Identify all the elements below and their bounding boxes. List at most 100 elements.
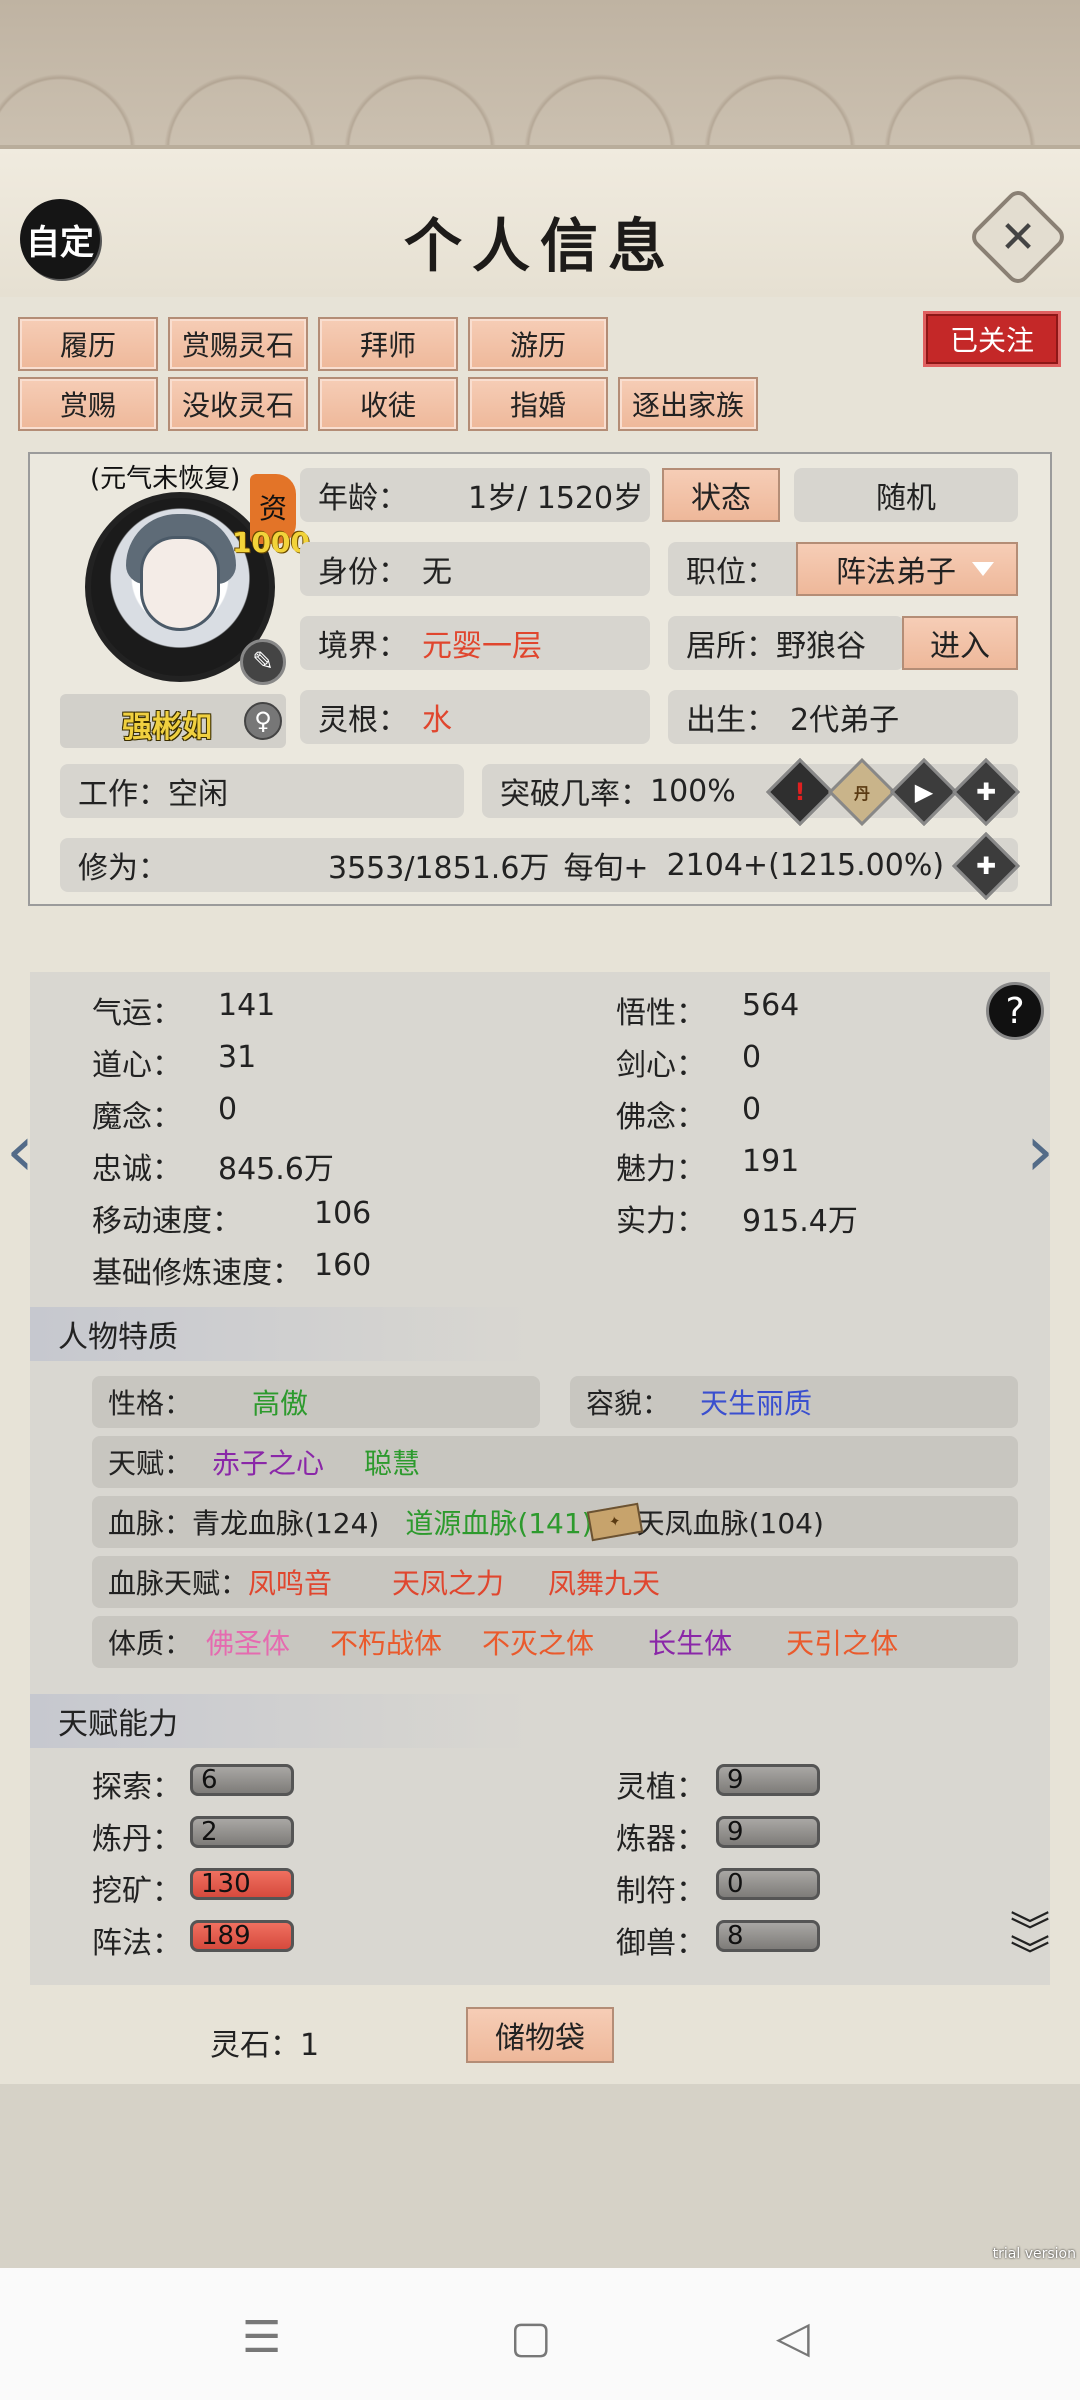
next-arrow-icon[interactable]: › <box>1026 1110 1054 1192</box>
page-title: 个人信息 <box>403 212 676 280</box>
confiscate-stone-button[interactable]: 没收灵石 <box>168 377 308 431</box>
ability-value: 9 <box>716 1764 820 1796</box>
close-icon: ✕ <box>999 211 1037 263</box>
stat-value: 31 <box>218 1040 257 1075</box>
position-dropdown[interactable]: 阵法弟子 <box>796 542 1018 596</box>
spirit-stone-value: 1 <box>300 2028 320 2063</box>
storage-bag-button[interactable]: 储物袋 <box>466 2007 614 2063</box>
physique-row: 体质： 佛圣体 不朽战体 不灭之体 长生体 天引之体 <box>92 1616 1018 1668</box>
personality-value: 高傲 <box>252 1387 309 1420</box>
stat-value: 0 <box>218 1092 238 1127</box>
realm-value: 元婴一层 <box>422 629 542 664</box>
menu-icon[interactable]: ☰ <box>242 2312 281 2363</box>
state-button[interactable]: 状态 <box>662 468 780 522</box>
stat-value: 141 <box>218 988 276 1023</box>
residence-value: 野狼谷 <box>776 629 866 664</box>
realm-label: 境界： <box>318 629 408 664</box>
ability-value: 189 <box>190 1920 294 1952</box>
ability-value: 9 <box>716 1816 820 1848</box>
reward-stone-button[interactable]: 赏赐灵石 <box>168 317 308 371</box>
gift-row: 天赋： 赤子之心 聪慧 <box>92 1436 1018 1488</box>
enter-button[interactable]: 进入 <box>902 616 1018 670</box>
work-field: 工作： 空闲 <box>60 764 464 818</box>
history-button[interactable]: 履历 <box>18 317 158 371</box>
help-icon[interactable]: ? <box>986 982 1044 1040</box>
position-value: 阵法弟子 <box>836 555 956 590</box>
blood-gift-value: 凤舞九天 <box>548 1567 661 1600</box>
back-icon[interactable]: ◁ <box>776 2312 810 2363</box>
ability-value: 8 <box>716 1920 820 1952</box>
birth-field: 出生： 2代弟子 <box>668 690 1018 744</box>
chevron-down-icon <box>972 562 994 576</box>
ticket-icon: ✦ <box>586 1502 643 1542</box>
ability-label: 探索： <box>92 1770 182 1805</box>
random-button[interactable]: 随机 <box>794 468 1018 522</box>
realm-field: 境界： 元婴一层 <box>300 616 650 670</box>
blood-gift-label: 血脉天赋： <box>108 1567 249 1600</box>
blood-gift-value: 凤鸣音 <box>248 1567 333 1600</box>
ability-label: 挖矿： <box>92 1874 182 1909</box>
stat-label: 魅力： <box>616 1152 706 1187</box>
ability-label: 制符： <box>616 1874 706 1909</box>
stat-label: 实力： <box>616 1204 706 1239</box>
stat-value: 0 <box>742 1040 762 1075</box>
stat-label: 魔念： <box>92 1100 182 1135</box>
expel-button[interactable]: 逐出家族 <box>618 377 758 431</box>
stat-label: 剑心： <box>616 1048 706 1083</box>
spirit-root-field: 灵根： 水 <box>300 690 650 744</box>
residence-label: 居所： <box>686 629 776 664</box>
blood-gift-row: 血脉天赋： 凤鸣音 天凤之力 凤舞九天 <box>92 1556 1018 1608</box>
stat-value: 0 <box>742 1092 762 1127</box>
ability-value: 2 <box>190 1816 294 1848</box>
status-note: (元气未恢复) <box>90 464 241 494</box>
personality-label: 性格： <box>108 1387 193 1420</box>
talent-value: 1000 <box>232 526 310 559</box>
bloodline-value: 青龙血脉(124) <box>192 1507 380 1540</box>
edit-icon[interactable]: ✎ <box>240 639 286 685</box>
ability-label: 炼丹： <box>92 1822 182 1857</box>
name-box: 强彬如 ♀ <box>60 694 286 748</box>
age-value: 1岁/ 1520岁 <box>468 481 644 516</box>
stat-label: 移动速度： <box>92 1204 242 1239</box>
followed-badge[interactable]: 已关注 <box>926 314 1058 364</box>
take-master-button[interactable]: 拜师 <box>318 317 458 371</box>
per-turn-label: 每旬+ <box>563 851 649 886</box>
gift-value: 聪慧 <box>364 1447 421 1480</box>
spirit-root-label: 灵根： <box>318 703 408 738</box>
ability-label: 灵植： <box>616 1770 706 1805</box>
breakthrough-label: 突破几率： <box>500 777 650 812</box>
title-bar: 自定 个人信息 ✕ <box>0 149 1080 297</box>
physique-value: 天引之体 <box>786 1627 899 1660</box>
prev-arrow-icon[interactable]: ‹ <box>6 1110 34 1192</box>
stat-label: 忠诚： <box>92 1152 182 1187</box>
birth-value: 2代弟子 <box>790 703 900 738</box>
bloodline-value: 道源血脉(141) <box>405 1507 593 1540</box>
identity-field: 身份： 无 <box>300 542 650 596</box>
reward-button[interactable]: 赏赐 <box>18 377 158 431</box>
travel-button[interactable]: 游历 <box>468 317 608 371</box>
ability-value: 130 <box>190 1868 294 1900</box>
cultivation-value: 3553/1851.6万 <box>328 851 550 886</box>
physique-value: 佛圣体 <box>206 1627 291 1660</box>
residence-field: 居所： 野狼谷 <box>668 616 904 670</box>
scroll-down-icon[interactable]: ︾ ︾ <box>1010 1912 1050 1976</box>
physique-value: 不朽战体 <box>330 1627 443 1660</box>
profile-box: (元气未恢复) 资 1000 ✎ 强彬如 ♀ 年龄： 1岁/ 1520岁 状态 … <box>28 452 1052 906</box>
cultivation-label: 修为： <box>78 851 168 886</box>
ability-value: 0 <box>716 1868 820 1900</box>
spirit-stone-label: 灵石： <box>210 2028 300 2063</box>
take-disciple-button[interactable]: 收徒 <box>318 377 458 431</box>
stat-value: 106 <box>314 1196 372 1231</box>
stat-value: 564 <box>742 988 800 1023</box>
birth-label: 出生： <box>686 703 776 738</box>
stat-label: 佛念： <box>616 1100 706 1135</box>
per-turn-value: 2104+(1215.00%) <box>666 847 945 883</box>
arrange-marriage-button[interactable]: 指婚 <box>468 377 608 431</box>
position-label: 职位： <box>686 555 776 590</box>
identity-label: 身份： <box>318 555 408 590</box>
home-icon[interactable]: ▢ <box>510 2312 552 2363</box>
personality-row: 性格： 高傲 <box>92 1376 540 1428</box>
ability-label: 御兽： <box>616 1926 706 1961</box>
stat-label: 气运： <box>92 996 182 1031</box>
age-field: 年龄： 1岁/ 1520岁 <box>300 468 650 522</box>
